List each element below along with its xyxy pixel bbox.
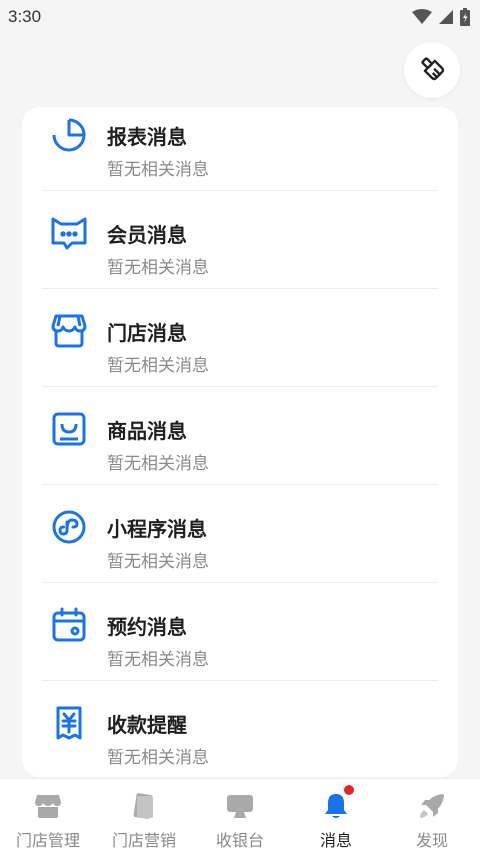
message-list-card: 报表消息 暂无相关消息 会员消息 暂无相关消息 门店消息 暂无相关消息 商品消息…	[22, 107, 458, 777]
message-title: 商品消息	[107, 419, 187, 443]
store-tab-icon	[33, 791, 63, 821]
message-subtitle: 暂无相关消息	[107, 454, 209, 474]
yuan-receipt-icon	[49, 703, 89, 743]
message-item-member[interactable]: 会员消息 暂无相关消息	[22, 195, 458, 293]
pie-chart-icon	[49, 115, 89, 155]
message-title: 小程序消息	[107, 517, 207, 541]
wifi-icon	[412, 9, 432, 25]
broom-icon	[419, 55, 445, 85]
bell-tab-icon	[321, 791, 351, 821]
message-subtitle: 暂无相关消息	[107, 356, 209, 376]
tab-label: 收银台	[215, 831, 264, 850]
message-title: 报表消息	[107, 125, 187, 149]
calendar-icon	[49, 605, 89, 645]
bottom-tab-bar: 门店管理 门店营销 收银台 消息 发现	[0, 778, 480, 853]
unread-badge-dot	[344, 785, 354, 795]
chat-bubble-icon	[49, 213, 89, 253]
message-title: 门店消息	[107, 321, 187, 345]
message-item-payment[interactable]: 收款提醒 暂无相关消息	[22, 685, 458, 777]
message-title: 预约消息	[107, 615, 187, 639]
tab-discover[interactable]: 发现	[384, 779, 480, 853]
marketing-tab-icon	[129, 791, 159, 821]
message-item-product[interactable]: 商品消息 暂无相关消息	[22, 391, 458, 489]
status-time: 3:30	[8, 7, 42, 26]
shopping-bag-icon	[49, 409, 89, 449]
message-item-report[interactable]: 报表消息 暂无相关消息	[22, 107, 458, 195]
divider	[42, 582, 438, 583]
mini-program-icon	[49, 507, 89, 547]
tab-store-marketing[interactable]: 门店营销	[96, 779, 192, 853]
store-icon	[49, 311, 89, 351]
message-subtitle: 暂无相关消息	[107, 650, 209, 670]
clear-messages-button[interactable]	[404, 42, 460, 98]
divider	[42, 190, 438, 191]
message-subtitle: 暂无相关消息	[107, 160, 209, 180]
message-item-store[interactable]: 门店消息 暂无相关消息	[22, 293, 458, 391]
tab-label: 发现	[415, 831, 448, 850]
message-subtitle: 暂无相关消息	[107, 552, 209, 572]
status-icons	[412, 8, 470, 26]
status-bar: 3:30	[0, 0, 480, 34]
tab-label: 消息	[319, 831, 352, 850]
message-subtitle: 暂无相关消息	[107, 748, 209, 768]
message-subtitle: 暂无相关消息	[107, 258, 209, 278]
tab-cashier[interactable]: 收银台	[192, 779, 288, 853]
divider	[42, 288, 438, 289]
divider	[42, 680, 438, 681]
message-title: 收款提醒	[107, 713, 187, 737]
signal-icon	[438, 9, 454, 25]
message-title: 会员消息	[107, 223, 187, 247]
tab-label: 门店管理	[15, 831, 80, 850]
battery-icon	[460, 8, 470, 26]
cashier-tab-icon	[225, 791, 255, 821]
message-item-mini-program[interactable]: 小程序消息 暂无相关消息	[22, 489, 458, 587]
message-item-appointment[interactable]: 预约消息 暂无相关消息	[22, 587, 458, 685]
divider	[42, 386, 438, 387]
divider	[42, 484, 438, 485]
tab-messages[interactable]: 消息	[288, 779, 384, 853]
discover-tab-icon	[417, 791, 447, 821]
tab-store-management[interactable]: 门店管理	[0, 779, 96, 853]
tab-label: 门店营销	[111, 831, 176, 850]
